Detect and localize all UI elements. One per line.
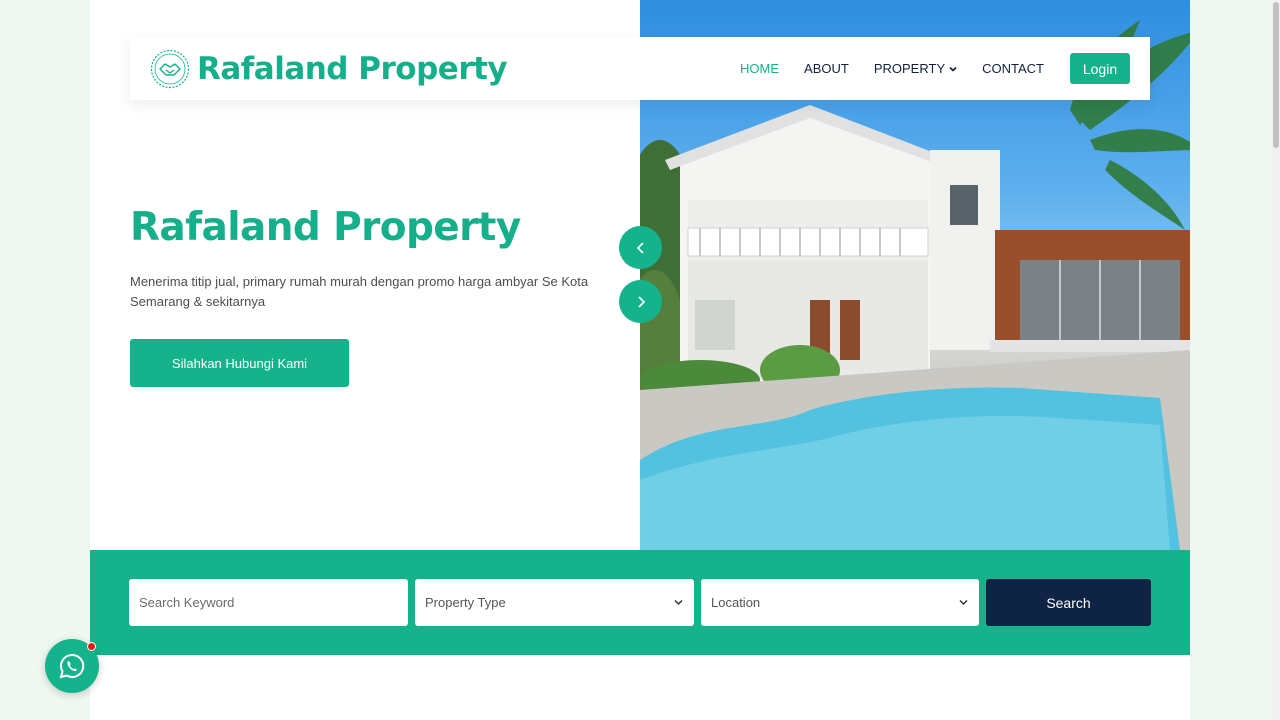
property-type-value: Property Type (425, 595, 506, 610)
contact-us-button[interactable]: Silahkan Hubungi Kami (130, 339, 349, 387)
nav-about[interactable]: ABOUT (804, 61, 849, 76)
brand[interactable]: Rafaland Property (150, 49, 508, 89)
chevron-down-icon (674, 599, 683, 606)
hero-title: Rafaland Property (130, 205, 521, 250)
slider-next-button[interactable] (619, 280, 662, 323)
nav-contact[interactable]: CONTACT (982, 61, 1044, 76)
chevron-left-icon (636, 241, 644, 254)
main-nav: HOME ABOUT PROPERTY CONTACT Login (715, 37, 1130, 100)
whatsapp-icon (59, 653, 85, 679)
nav-property-dropdown[interactable]: PROPERTY (874, 61, 957, 76)
property-type-select[interactable]: Property Type (415, 579, 694, 626)
scrollbar-thumb[interactable] (1273, 2, 1279, 148)
page-scrollbar[interactable] (1272, 0, 1280, 720)
search-keyword-field[interactable] (129, 579, 408, 626)
nav-contact-label: CONTACT (982, 61, 1044, 76)
location-value: Location (711, 595, 761, 610)
search-keyword-input[interactable] (139, 595, 389, 610)
slider-prev-button[interactable] (619, 226, 662, 269)
notification-dot (87, 642, 96, 651)
search-button[interactable]: Search (986, 579, 1151, 626)
nav-property-label: PROPERTY (873, 61, 946, 76)
hero-description: Menerima titip jual, primary rumah murah… (130, 274, 589, 309)
handshake-logo-icon (150, 49, 190, 88)
top-navbar: Rafaland Property HOME ABOUT PROPERTY CO… (130, 37, 1150, 100)
chevron-down-icon (959, 599, 968, 606)
nav-home[interactable]: HOME (740, 61, 779, 76)
chevron-down-icon (949, 66, 957, 72)
nav-home-label: HOME (740, 61, 780, 76)
brand-name: Rafaland Property (197, 50, 508, 87)
login-button[interactable]: Login (1070, 53, 1130, 84)
location-select[interactable]: Location (701, 579, 979, 626)
nav-about-label: ABOUT (804, 61, 849, 76)
chevron-right-icon (637, 295, 645, 308)
